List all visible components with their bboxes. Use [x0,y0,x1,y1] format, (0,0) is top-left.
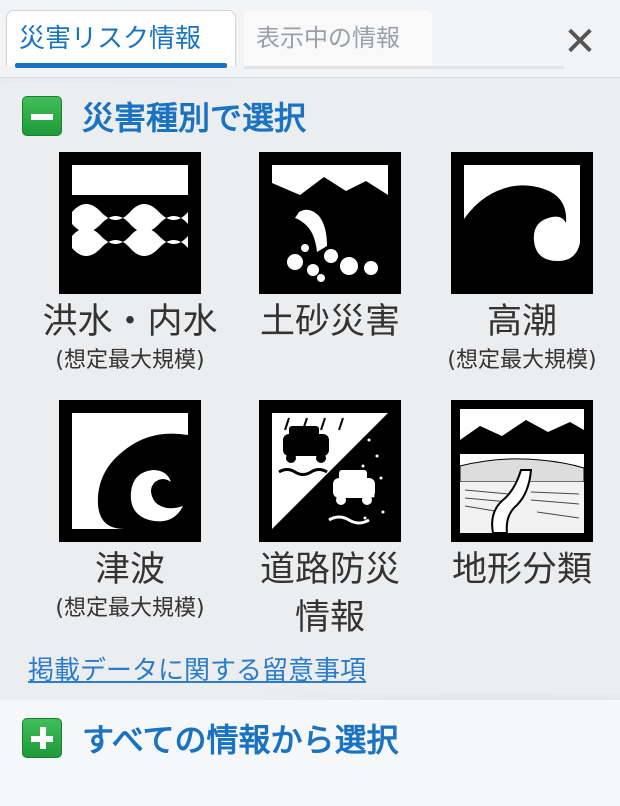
landslide-icon[interactable] [259,152,401,294]
hazard-road-disaster[interactable]: 道路防災 情報 [235,400,425,642]
expand-icon[interactable] [22,718,62,758]
hazard-layer-panel: 災害リスク情報 表示中の情報 ✕ 災害種別で選択 洪水・内水 (想定最大規模) [0,0,620,806]
hazard-sublabel: (想定最大規模) [447,348,597,373]
tsunami-icon[interactable] [59,400,201,542]
hazard-label-line2: 情報 [294,598,365,638]
data-notes-link[interactable]: 掲載データに関する留意事項 [28,650,366,687]
flood-icon[interactable] [59,152,201,294]
section-all-info-title: すべての情報から選択 [82,721,399,759]
hazard-sublabel: (想定最大規模) [55,596,205,621]
hazard-label: 地形分類 [451,550,592,590]
tab-bar: 災害リスク情報 表示中の情報 ✕ [0,0,620,78]
hazard-label: 土砂災害 [259,302,400,342]
hazard-sublabel: (想定最大規模) [55,348,205,373]
hazard-landslide[interactable]: 土砂災害 [235,152,425,346]
road-disaster-icon[interactable] [259,400,401,542]
collapse-icon[interactable] [22,96,62,136]
section-hazard-type-header[interactable]: 災害種別で選択 [22,94,306,138]
hazard-label: 道路防災 [259,550,400,590]
section-hazard-type-title: 災害種別で選択 [82,99,307,137]
hazard-terrain-classification[interactable]: 地形分類 [427,400,617,594]
tab-disaster-risk[interactable]: 災害リスク情報 [6,10,236,68]
hazard-tsunami[interactable]: 津波 (想定最大規模) [35,400,225,624]
tab-displayed-info[interactable]: 表示中の情報 [244,10,432,66]
hazard-label: 洪水・内水 [42,302,218,342]
hazard-storm-surge[interactable]: 高潮 (想定最大規模) [427,152,617,376]
tab-divider [244,66,564,69]
hazard-label: 高潮 [486,302,557,342]
hazard-flood[interactable]: 洪水・内水 (想定最大規模) [35,152,225,376]
hazard-label: 津波 [94,550,165,590]
section-all-info-header[interactable]: すべての情報から選択 [22,716,398,760]
terrain-classification-icon[interactable] [451,400,593,542]
close-icon[interactable]: ✕ [562,22,598,62]
storm-surge-icon[interactable] [451,152,593,294]
